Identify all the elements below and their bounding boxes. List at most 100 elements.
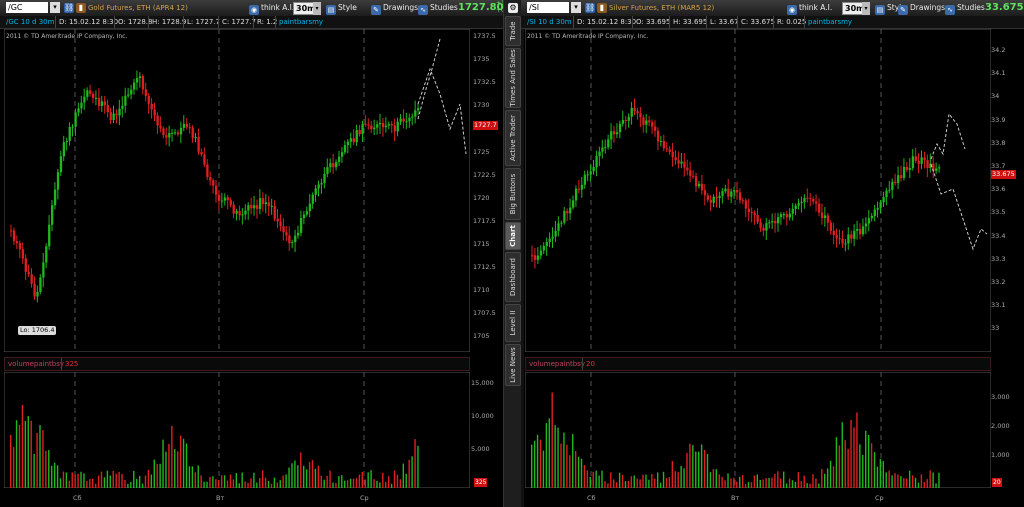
candle-body [604,147,607,149]
volume-bar [900,476,902,488]
copyright-text: 2011 © TD Ameritrade IP Company, Inc. [6,33,128,40]
candle-body [100,101,104,106]
candle-body [642,117,645,125]
aggregation-dropdown-icon[interactable]: ▾ [313,2,321,15]
settings-icon[interactable]: ⚙ [508,3,518,13]
candle-body [844,243,847,245]
axis-tick-label: 1715 [473,239,490,248]
candle-body [162,128,165,136]
think-ai-button[interactable]: ◉ think A.I. [787,2,832,15]
volume-study-name[interactable]: volumepaintbsy [8,358,64,370]
volume-bar [65,472,68,488]
candle-body [762,227,765,231]
candle-body [59,156,63,173]
lock-icon[interactable]: ▮ [76,3,86,13]
volume-bar [870,443,873,488]
volume-bar [753,475,756,488]
candle-body [176,132,180,135]
price-chart[interactable] [4,29,470,352]
volume-bar [264,477,267,488]
candle-body [873,209,876,217]
volume-bar [121,474,123,488]
panel-divider[interactable] [521,0,524,507]
tab-dashboard[interactable]: Dashboard [505,252,521,302]
candle-body [533,255,537,260]
volume-bar [405,473,407,488]
candle-body [258,198,262,209]
volume-bar [355,478,358,488]
range-value: R: 1.2 [253,16,277,28]
price-chart[interactable] [525,29,991,352]
studies-button[interactable]: ∿ Studies [945,2,985,15]
period-label[interactable]: /GC 10 d 30m [6,16,54,28]
candle-body [902,166,906,178]
volume-bar [741,475,744,488]
axis-tick-label: 33.9 [991,115,1006,124]
link-icon[interactable]: ⛓ [585,3,595,13]
volume-bar [367,472,369,488]
candle-body [367,124,370,126]
candle-body [340,152,344,157]
tab-live-news[interactable]: Live News [505,344,521,386]
volume-bar [873,452,876,488]
volume-bar [305,469,308,488]
aggregation-dropdown-icon[interactable]: ▾ [862,2,870,15]
candle-body [741,200,745,202]
candle-body [756,214,759,223]
volume-bar [598,475,600,488]
think-ai-button[interactable]: ◉ think A.I. [249,2,294,15]
candle-body [636,111,639,114]
candle-body [539,250,543,256]
tab-trade[interactable]: Trade [505,16,521,46]
volume-chart[interactable] [525,372,991,488]
candle-body [244,210,247,215]
tab-big-buttons[interactable]: Big Buttons [505,168,521,220]
drawings-button[interactable]: ✎ Drawings [898,2,945,15]
symbol-dropdown-icon[interactable]: ▾ [50,2,60,13]
study-label[interactable]: paintbarsmy [275,16,323,28]
candle-body [727,188,730,197]
candle-body [273,205,276,219]
volume-study-name[interactable]: volumepaintbsy [529,358,585,370]
axis-tick-label: 1725 [473,147,490,156]
candle-body [659,140,663,142]
candle-body [809,197,812,199]
symbol-input[interactable]: /GC [6,2,48,13]
drawings-button[interactable]: ✎ Drawings [371,2,418,15]
style-button[interactable]: ▤ Style [326,2,357,15]
candle-body [615,132,619,135]
candle-body [267,202,271,207]
volume-bar [261,470,264,488]
volume-bar [130,481,132,488]
tab-level-ii[interactable]: Level II [505,304,521,342]
volume-bar [197,465,199,488]
volume-bar [613,479,615,488]
tab-times-and-sales[interactable]: Times And Sales [505,48,521,108]
style-icon: ▤ [326,5,336,15]
candle-body [24,258,27,272]
candle-body [308,203,312,212]
period-label[interactable]: /SI 10 d 30m [527,16,572,28]
volume-bar [797,472,800,488]
symbol-dropdown-icon[interactable]: ▾ [571,2,581,13]
study-label[interactable]: paintbarsmy [804,16,852,28]
studies-button[interactable]: ∿ Studies [418,2,458,15]
volume-bar [856,412,858,488]
candle-body [797,203,800,206]
lock-icon[interactable]: ▮ [597,3,607,13]
volume-value: 20 [582,358,595,370]
symbol-input[interactable]: /SI [527,2,569,13]
link-icon[interactable]: ⛓ [64,3,74,13]
axis-tick-label: 1,000 [991,451,1010,459]
tab-chart[interactable]: Chart [505,222,521,250]
volume-bar [865,430,867,488]
tab-active-trader[interactable]: Active Trader [505,110,521,166]
candle-body [595,156,598,168]
volume-bar [648,479,650,488]
volume-bar [24,420,27,488]
candle-body [21,249,25,259]
volume-chart[interactable] [4,372,470,488]
volume-bar [323,479,325,488]
candle-body [94,97,98,99]
candle-body [738,192,742,201]
